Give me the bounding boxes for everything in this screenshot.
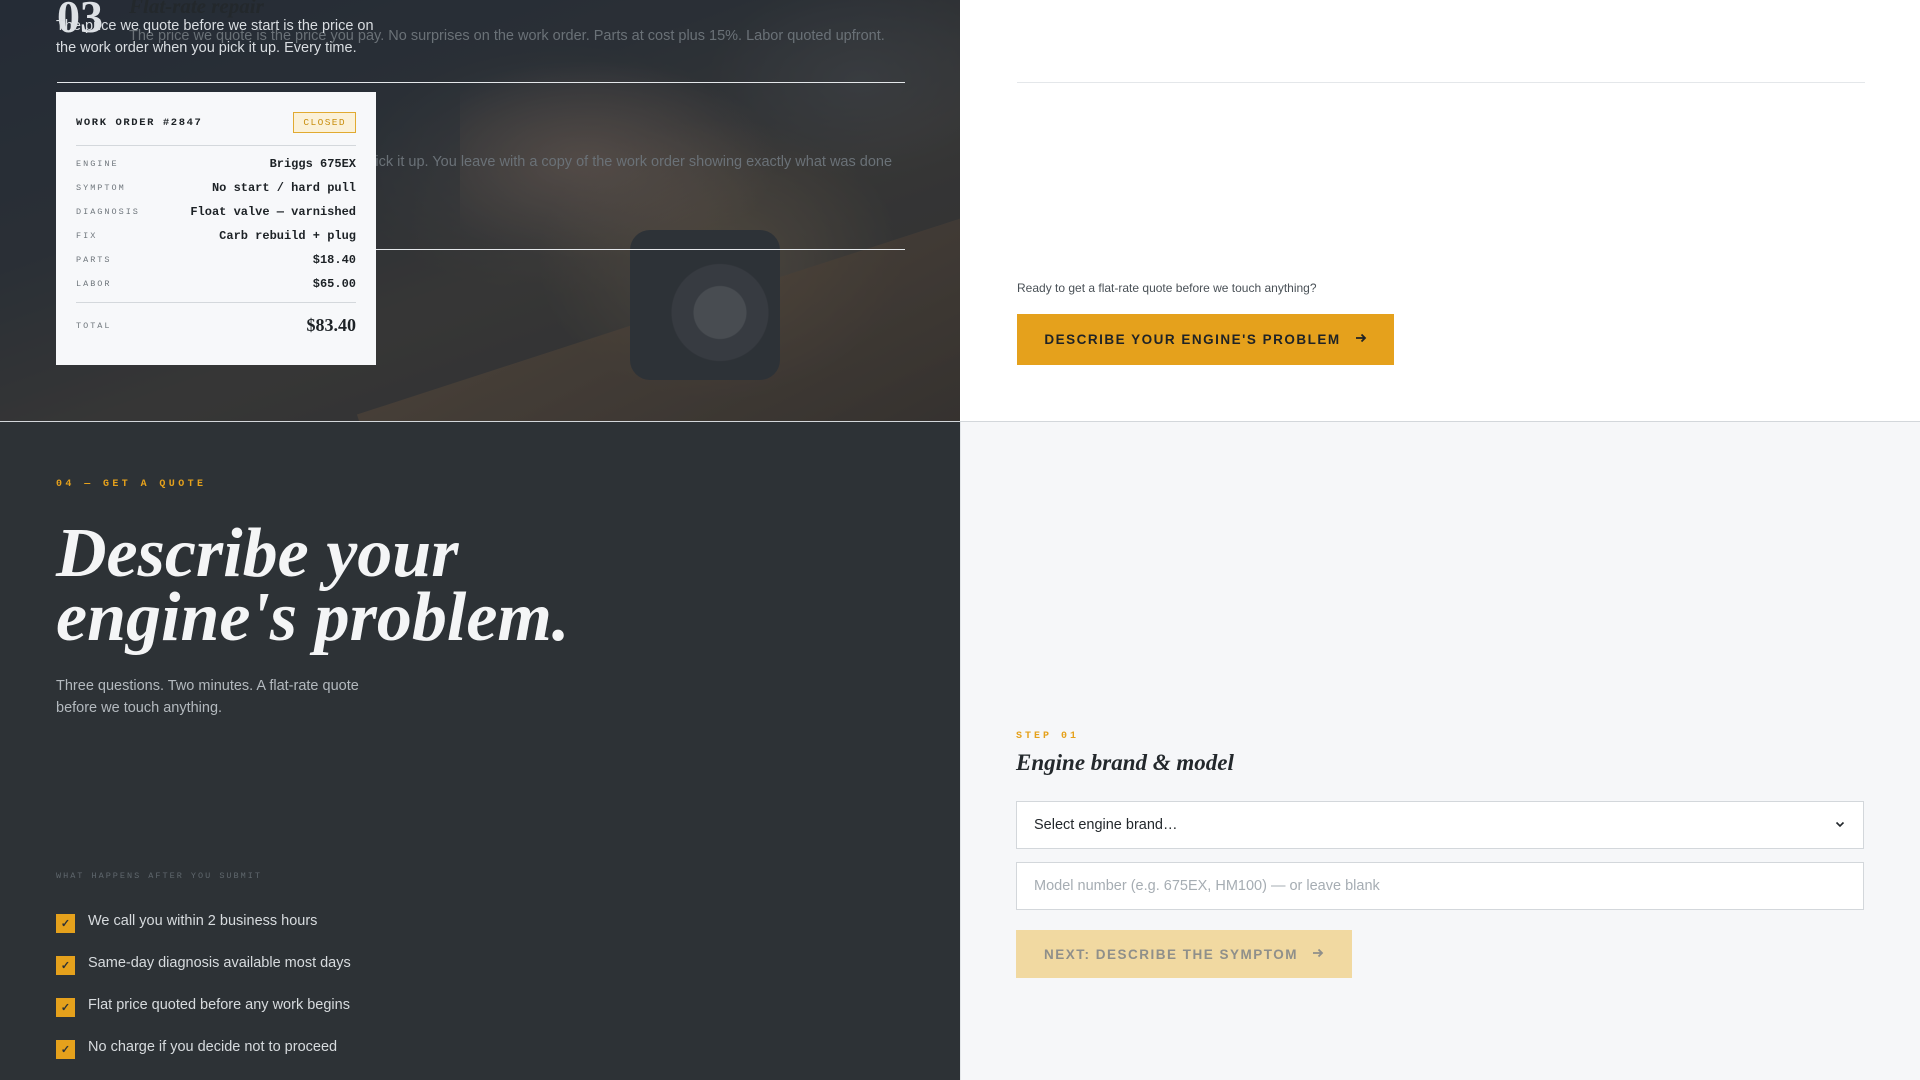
work-order-row: FIX Carb rebuild + plug (76, 224, 356, 248)
list-item-label: We call you within 2 business hours (88, 913, 318, 929)
row-value: Briggs 675EX (269, 157, 356, 171)
next-button-label: NEXT: DESCRIBE THE SYMPTOM (1043, 946, 1299, 962)
work-order-rows: ENGINE Briggs 675EX SYMPTOM No start / h… (76, 146, 356, 296)
chevron-down-icon (1834, 818, 1846, 833)
work-order-row: PARTS $18.40 (76, 248, 356, 272)
row-value: $18.40 (312, 253, 356, 267)
row-key: FIX (76, 231, 98, 241)
checkmark-icon: ✓ (56, 998, 75, 1017)
row-value: Float valve — varnished (190, 205, 356, 219)
carburetor-shape (630, 230, 780, 380)
section-subtitle: Three questions. Two minutes. A flat-rat… (56, 678, 359, 716)
work-order-row: DIAGNOSIS Float valve — varnished (76, 200, 356, 224)
title-line-2: engine's problem. (56, 579, 570, 656)
list-item-label: No charge if you decide not to proceed (88, 1039, 338, 1055)
checkmark-icon: ✓ (56, 914, 75, 933)
list-item-label: Same-day diagnosis available most days (88, 955, 351, 971)
row-value: $65.00 (312, 277, 356, 291)
work-order-title: WORK ORDER #2847 (76, 116, 203, 129)
status-badge: CLOSED (293, 112, 356, 133)
work-order-row: LABOR $65.00 (76, 272, 356, 296)
cta-prompt: Ready to get a flat-rate quote before we… (1017, 281, 1317, 295)
list-item-label: Flat price quoted before any work begins (88, 997, 350, 1013)
arrow-right-icon (1312, 947, 1324, 962)
checkmark-icon: ✓ (56, 1040, 75, 1059)
list-item: ✓ We call you within 2 business hours (56, 900, 351, 942)
row-key: ENGINE (76, 159, 119, 169)
work-order-row: SYMPTOM No start / hard pull (76, 176, 356, 200)
section-eyebrow: 04 — GET A QUOTE (56, 479, 207, 490)
list-item: ✓ Same-day diagnosis available most days (56, 942, 351, 984)
list-item: ✓ Flat price quoted before any work begi… (56, 984, 351, 1026)
row-value: Carb rebuild + plug (219, 229, 356, 243)
total-label: TOTAL (76, 320, 112, 331)
form-step-label: STEP 01 (1016, 731, 1080, 742)
work-order-total: TOTAL $83.40 (76, 302, 356, 336)
row-key: PARTS (76, 255, 112, 265)
describe-problem-button[interactable]: DESCRIBE YOUR ENGINE'S PROBLEM (1017, 314, 1394, 365)
next-step-button[interactable]: NEXT: DESCRIBE THE SYMPTOM (1016, 930, 1352, 978)
work-order-row: ENGINE Briggs 675EX (76, 152, 356, 176)
brand-select-value: Select engine brand… (1034, 817, 1178, 833)
work-order-header: WORK ORDER #2847 CLOSED (76, 112, 356, 146)
list-item: ✓ No charge if you decide not to proceed (56, 1026, 351, 1068)
after-submit-label: WHAT HAPPENS AFTER YOU SUBMIT (56, 871, 262, 881)
step-divider (1017, 82, 1865, 83)
intro-text: The price we quote before we start is th… (56, 18, 374, 56)
page-title: Describe your engine's problem. (56, 519, 756, 653)
total-value: $83.40 (306, 315, 357, 335)
form-title: Engine brand & model (1016, 750, 1234, 775)
model-number-input[interactable] (1016, 862, 1864, 910)
checkmark-icon: ✓ (56, 956, 75, 975)
work-order-card: WORK ORDER #2847 CLOSED ENGINE Briggs 67… (56, 92, 376, 365)
arrow-right-icon (1355, 332, 1367, 347)
row-key: SYMPTOM (76, 183, 126, 193)
row-value: No start / hard pull (211, 181, 356, 195)
cta-button-label: DESCRIBE YOUR ENGINE'S PROBLEM (1044, 332, 1341, 347)
row-key: DIAGNOSIS (76, 207, 140, 217)
row-key: LABOR (76, 279, 112, 289)
engine-brand-select[interactable]: Select engine brand… (1016, 801, 1864, 849)
after-submit-list: ✓ We call you within 2 business hours ✓ … (56, 900, 351, 1068)
